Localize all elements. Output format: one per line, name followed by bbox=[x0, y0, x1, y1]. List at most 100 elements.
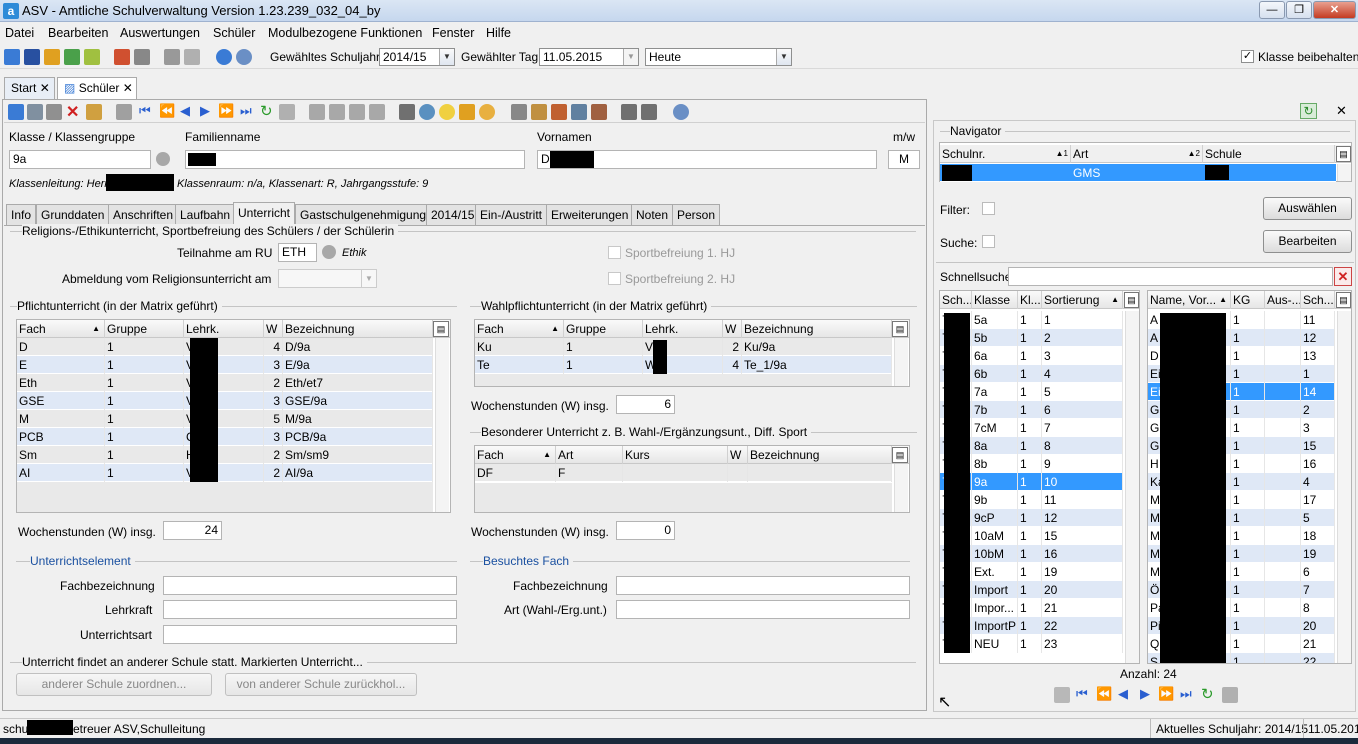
document-icon[interactable] bbox=[116, 104, 132, 120]
menu-hilfe[interactable]: Hilfe bbox=[486, 26, 511, 40]
table-row[interactable]: M1V5M/9a bbox=[17, 410, 433, 428]
grid-icon[interactable] bbox=[4, 49, 20, 65]
filter-checkbox[interactable] bbox=[982, 202, 995, 215]
person-icon[interactable] bbox=[551, 104, 567, 120]
table-row[interactable]: Eth1V2Eth/et7 bbox=[17, 374, 433, 392]
cut-icon[interactable] bbox=[329, 104, 345, 120]
besonderer-wochenstunden-field[interactable]: 0 bbox=[616, 521, 675, 540]
refresh-icon[interactable]: ↻ bbox=[1300, 103, 1317, 119]
col-header[interactable]: Sortierung ▲ bbox=[1042, 291, 1123, 309]
list-icon[interactable] bbox=[1222, 687, 1238, 703]
schedule-icon[interactable] bbox=[24, 49, 40, 65]
last-record-icon[interactable]: ⏭ bbox=[240, 103, 252, 119]
col-header[interactable]: Bezeichnung bbox=[742, 320, 892, 338]
column-chooser-icon[interactable]: ▤ bbox=[892, 447, 908, 463]
class-list-table[interactable]: Sch... Klasse Kl... Sortierung▲ ▤ 75a117… bbox=[939, 290, 1140, 664]
home-icon[interactable] bbox=[621, 104, 637, 120]
refresh-icon[interactable]: ↻ bbox=[260, 102, 273, 120]
undo-icon[interactable] bbox=[46, 104, 62, 120]
sport2-checkbox[interactable] bbox=[608, 272, 621, 285]
subtab-2014-15[interactable]: 2014/15 bbox=[426, 204, 480, 225]
bulb-icon[interactable] bbox=[439, 104, 455, 120]
menu-auswertungen[interactable]: Auswertungen bbox=[120, 26, 200, 40]
col-header[interactable]: Bezeichnung bbox=[748, 446, 892, 464]
col-header[interactable]: Art bbox=[556, 446, 623, 464]
familienname-field[interactable] bbox=[185, 150, 525, 169]
list-icon[interactable] bbox=[279, 104, 295, 120]
col-header[interactable]: Schule bbox=[1203, 145, 1335, 163]
group-icon[interactable] bbox=[571, 104, 587, 120]
schuljahr-select[interactable]: 2014/15 ▼ bbox=[379, 48, 455, 66]
first-record-icon[interactable]: ⏮ bbox=[139, 103, 151, 119]
info-icon[interactable] bbox=[216, 49, 232, 65]
col-header[interactable]: Bezeichnung bbox=[283, 320, 433, 338]
col-header[interactable]: Name, Vor... ▲ bbox=[1148, 291, 1231, 309]
message-icon[interactable] bbox=[84, 49, 100, 65]
table-row[interactable]: GSE1V3GSE/9a bbox=[17, 392, 433, 410]
menu-modulbezogene-funktionen[interactable]: Modulbezogene Funktionen bbox=[268, 26, 422, 40]
vertical-scrollbar[interactable] bbox=[894, 464, 908, 512]
auswaehlen-button[interactable]: Auswählen bbox=[1263, 197, 1352, 220]
von-anderer-schule-zurueckholen-button[interactable]: von anderer Schule zurückhol... bbox=[225, 673, 417, 696]
bf-art-field[interactable] bbox=[616, 600, 910, 619]
tag-date-field[interactable]: 11.05.2015 ▼ bbox=[539, 48, 639, 66]
subtab-laufbahn[interactable]: Laufbahn bbox=[175, 204, 236, 225]
col-header[interactable]: Kl... bbox=[1018, 291, 1042, 309]
col-header[interactable]: Art ▲2 bbox=[1071, 145, 1203, 163]
save-icon[interactable] bbox=[27, 104, 43, 120]
col-header[interactable]: Fach ▲ bbox=[475, 320, 564, 338]
close-icon[interactable]: ✕ bbox=[1336, 103, 1347, 119]
clock-icon[interactable] bbox=[479, 104, 495, 120]
help-icon[interactable] bbox=[673, 104, 689, 120]
schnellsuche-input[interactable] bbox=[1008, 267, 1333, 286]
ue-unterrichtsart-field[interactable] bbox=[163, 625, 457, 644]
table-row[interactable]: D1V4D/9a bbox=[17, 338, 433, 356]
first-record-icon[interactable]: ⏮ bbox=[1076, 686, 1088, 702]
column-chooser-icon[interactable]: ▤ bbox=[1124, 292, 1139, 308]
col-header[interactable]: Sch... bbox=[940, 291, 972, 309]
prev-record-icon[interactable]: ◀ bbox=[180, 103, 190, 119]
table-row[interactable]: Te 1 W 4 Te_1/9a bbox=[475, 356, 892, 374]
column-chooser-icon[interactable]: ▤ bbox=[1336, 146, 1351, 162]
vertical-scrollbar[interactable] bbox=[894, 338, 908, 386]
subtab-unterricht[interactable]: Unterricht bbox=[233, 202, 296, 225]
col-header[interactable]: Gruppe bbox=[564, 320, 643, 338]
col-header[interactable]: Fach ▲ bbox=[475, 446, 556, 464]
card-icon[interactable] bbox=[591, 104, 607, 120]
student-list-table[interactable]: Name, Vor... ▲ KG Aus-... Sch... ▤ A 1 11 A 1… bbox=[1147, 290, 1352, 664]
help-icon[interactable] bbox=[236, 49, 252, 65]
anderer-schule-zuordnen-button[interactable]: anderer Schule zuordnen... bbox=[16, 673, 212, 696]
column-chooser-icon[interactable]: ▤ bbox=[1336, 292, 1351, 308]
col-header[interactable]: Sch... bbox=[1301, 291, 1335, 309]
pflicht-table[interactable]: Fach▲ Gruppe Lehrk. W Bezeichnung ▤ D1V4… bbox=[16, 319, 451, 513]
table-row[interactable]: DF F bbox=[475, 464, 892, 482]
next-page-icon[interactable]: ⏩ bbox=[1158, 686, 1174, 702]
prev-page-icon[interactable]: ⏪ bbox=[159, 103, 175, 119]
table-row[interactable]: AI1V2AI/9a bbox=[17, 464, 433, 482]
new-icon[interactable] bbox=[8, 104, 24, 120]
col-header[interactable]: Schulnr. ▲1 bbox=[940, 145, 1071, 163]
info-dot-icon[interactable] bbox=[322, 245, 336, 259]
subtab-erweiterungen[interactable]: Erweiterungen bbox=[546, 204, 634, 225]
vertical-scrollbar[interactable] bbox=[1125, 311, 1139, 663]
pflicht-wochenstunden-field[interactable]: 24 bbox=[163, 521, 222, 540]
menu-datei[interactable]: Datei bbox=[5, 26, 34, 40]
table-row[interactable]: GMS bbox=[940, 164, 1336, 182]
maximize-button[interactable]: ❐ bbox=[1286, 1, 1312, 19]
col-header[interactable]: Fach ▲ bbox=[17, 320, 105, 338]
subtab-grunddaten[interactable]: Grunddaten bbox=[36, 204, 110, 225]
print-icon[interactable] bbox=[399, 104, 415, 120]
school-table[interactable]: Schulnr. ▲1 Art ▲2 Schule ▤ GMS bbox=[939, 142, 1352, 182]
sport1-checkbox[interactable] bbox=[608, 246, 621, 259]
bearbeiten-button[interactable]: Bearbeiten bbox=[1263, 230, 1352, 253]
book-icon[interactable] bbox=[114, 49, 130, 65]
next-record-icon[interactable]: ▶ bbox=[1140, 686, 1150, 702]
col-header[interactable]: KG bbox=[1231, 291, 1265, 309]
calculator-icon[interactable] bbox=[134, 49, 150, 65]
vertical-scrollbar[interactable] bbox=[1337, 164, 1351, 181]
info-dot-icon[interactable] bbox=[156, 152, 170, 166]
settings-icon[interactable] bbox=[511, 104, 527, 120]
klasse-field[interactable]: 9a bbox=[9, 150, 151, 169]
people-icon[interactable] bbox=[44, 49, 60, 65]
col-header[interactable]: W bbox=[264, 320, 283, 338]
